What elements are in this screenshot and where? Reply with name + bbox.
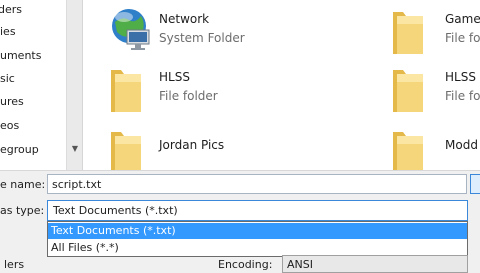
save-type-dropdown: Text Documents (*.txt) All Files (*.*) bbox=[47, 221, 468, 257]
save-type-value: Text Documents (*.txt) bbox=[53, 204, 178, 217]
encoding-value: ANSI bbox=[287, 258, 313, 271]
folder-icon bbox=[393, 12, 423, 54]
nav-item-pictures[interactable]: ures bbox=[0, 92, 24, 112]
sidebar-scrollbar[interactable]: ▼ bbox=[66, 0, 82, 170]
save-type-select[interactable]: Text Documents (*.txt) bbox=[47, 200, 468, 221]
save-button[interactable] bbox=[470, 174, 480, 194]
file-type: File folder bbox=[159, 89, 218, 103]
encoding-select[interactable]: ANSI bbox=[282, 255, 468, 273]
save-options-panel: e name: as type: Text Documents (*.txt) … bbox=[0, 170, 480, 273]
encoding-label: Encoding: bbox=[218, 258, 273, 271]
nav-item-videos[interactable]: eos bbox=[0, 116, 19, 136]
file-name: Network bbox=[159, 12, 210, 26]
nav-item-libraries[interactable]: ies bbox=[0, 22, 16, 42]
option-all-files[interactable]: All Files (*.*) bbox=[48, 240, 467, 256]
option-text-documents[interactable]: Text Documents (*.txt) bbox=[48, 223, 467, 239]
nav-item-music[interactable]: sic bbox=[0, 69, 15, 89]
nav-item-homegroup[interactable]: egroup bbox=[0, 140, 39, 160]
folder-icon bbox=[393, 132, 423, 170]
network-icon bbox=[112, 9, 150, 50]
scroll-down-icon[interactable]: ▼ bbox=[67, 142, 82, 156]
file-list: Network System Folder Game File fo HLSS … bbox=[83, 0, 480, 170]
nav-item-documents[interactable]: uments bbox=[0, 46, 41, 66]
nav-item-folders[interactable]: ders bbox=[0, 0, 22, 20]
file-type: File fo bbox=[445, 31, 480, 45]
filename-field[interactable] bbox=[47, 174, 467, 194]
folder-icon bbox=[111, 132, 141, 170]
navigation-pane: ders ies uments sic ures eos egroup ▼ bbox=[0, 0, 83, 170]
file-name: Modd bbox=[445, 138, 478, 152]
folder-icon bbox=[393, 70, 423, 112]
hide-folders-label[interactable]: lers bbox=[4, 258, 24, 271]
file-name: HLSS bbox=[159, 70, 190, 84]
file-type: System Folder bbox=[159, 31, 245, 45]
filename-label: e name: bbox=[0, 178, 46, 191]
file-name: HLSS bbox=[445, 70, 476, 84]
file-name: Game bbox=[445, 12, 480, 26]
save-type-label: as type: bbox=[0, 204, 45, 217]
file-type: File fo bbox=[445, 89, 480, 103]
file-name: Jordan Pics bbox=[159, 138, 225, 152]
folder-icon bbox=[111, 70, 141, 112]
